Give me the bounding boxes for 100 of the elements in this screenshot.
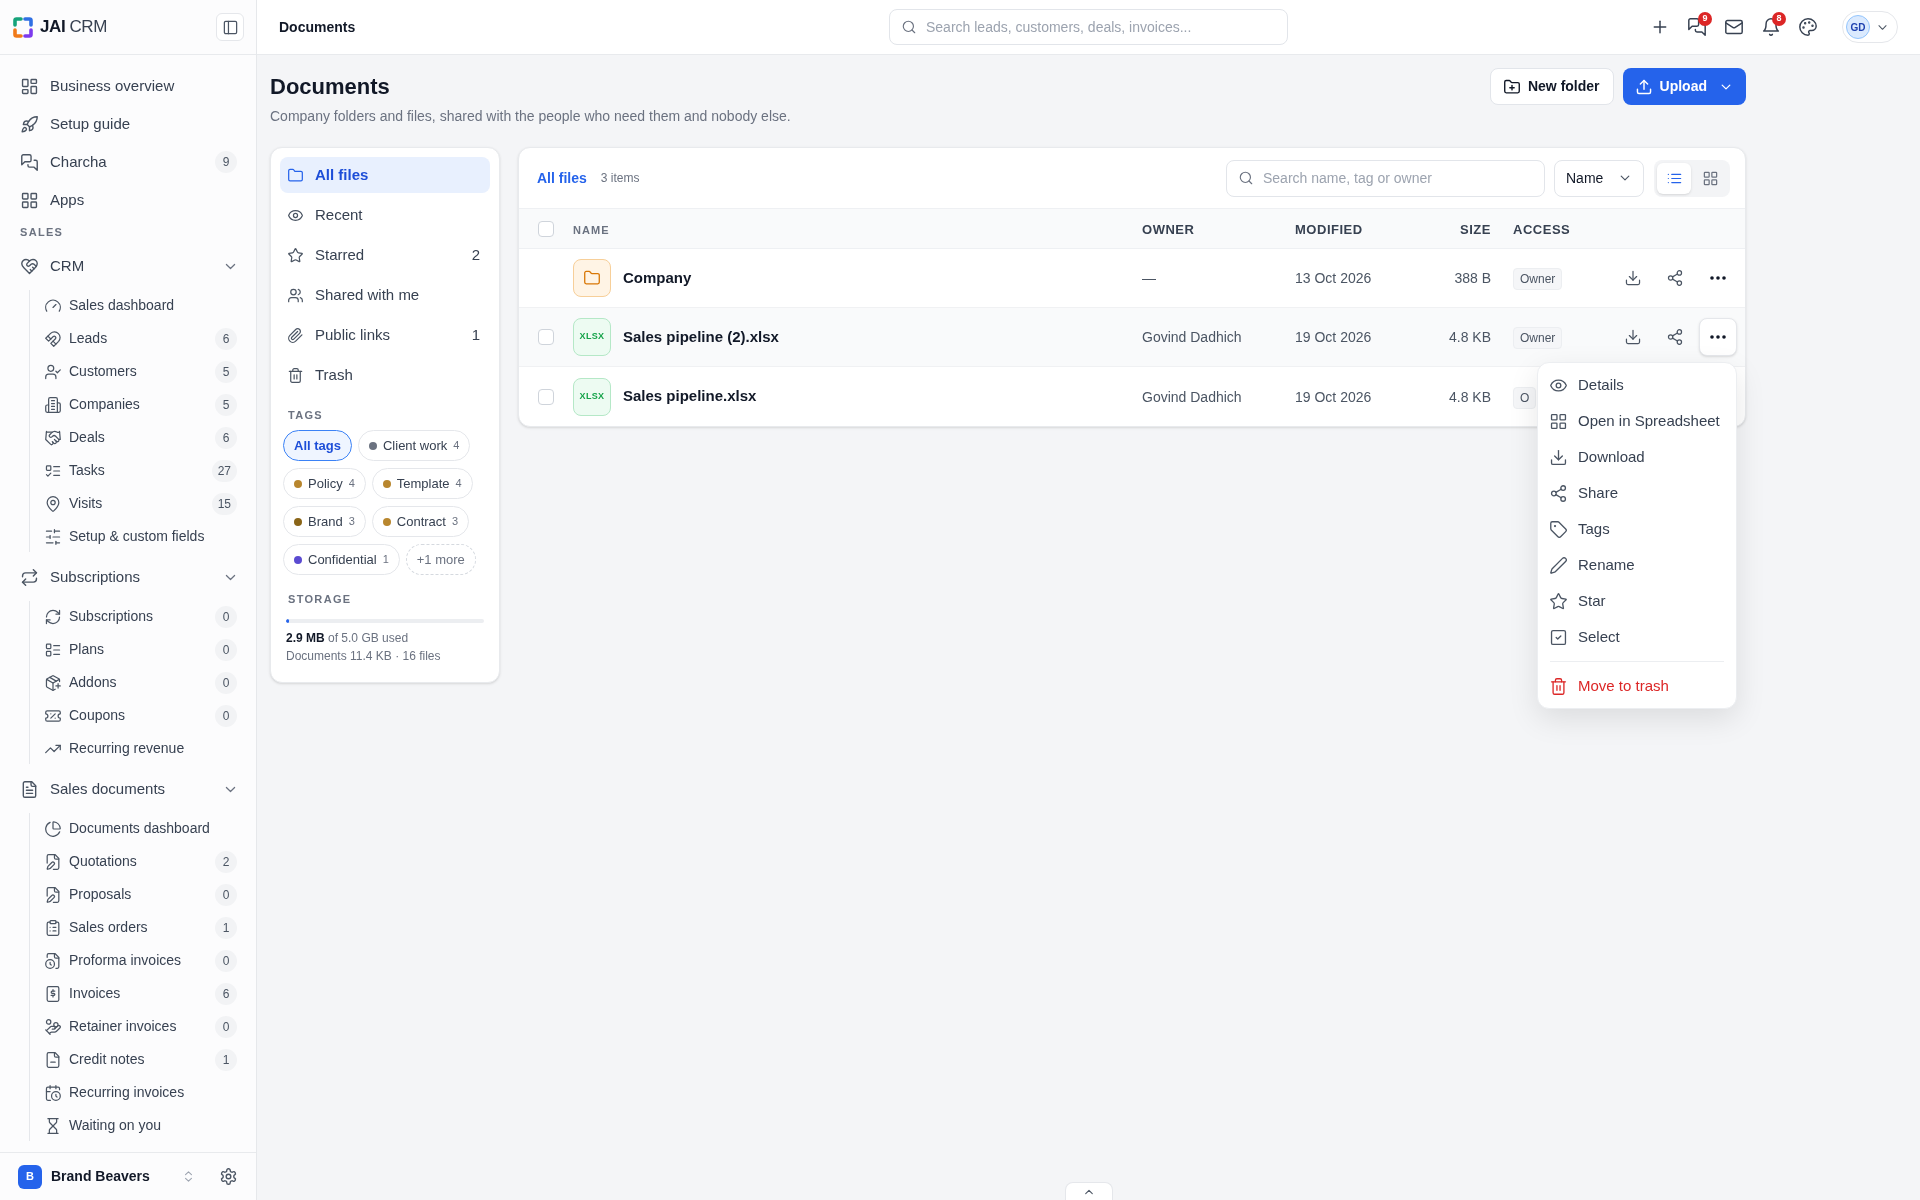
library-nav-item[interactable]: Public links 1 [280,317,490,353]
search-icon [1239,171,1253,185]
menu-item[interactable]: Tags [1538,511,1736,547]
section-label: STORAGE [287,592,353,606]
share-icon [1667,270,1683,286]
search-field[interactable]: Search name, tag or owner [1226,159,1545,197]
breadcrumb-link[interactable]: All files [537,167,587,189]
nav-item[interactable]: Companies 5 [36,389,246,420]
nav-item[interactable]: Retainer invoices 0 [36,1011,246,1042]
library-nav-item[interactable]: Trash [280,357,490,393]
menu-item[interactable]: Open in Spreadsheet [1538,403,1736,439]
clipboard-icon [45,919,61,936]
eye-icon [288,207,303,223]
nav-item[interactable]: Credit notes 1 [36,1044,246,1075]
nav-group[interactable]: Sales documents [10,772,246,806]
view-mode-button[interactable] [1657,162,1691,194]
owner-text: — [1142,270,1156,286]
account-menu-button[interactable]: GD [1842,11,1898,43]
download-icon [1550,448,1567,466]
nav-item[interactable]: Recurring revenue [36,733,246,764]
nav-item[interactable]: Documents dashboard [36,813,246,844]
sidebar-toggle-button[interactable] [216,13,244,41]
nav-item[interactable]: Sales orders 1 [36,912,246,943]
file-name[interactable]: Sales pipeline (2).xlsx [623,325,779,349]
count-badge: 1 [215,916,237,939]
download-icon [1625,270,1641,286]
tag-chip[interactable]: Brand 3 [283,506,366,537]
file-name[interactable]: Company [623,266,692,290]
workspace-avatar: B [18,1164,42,1189]
new-folder-button[interactable]: New folder [1489,68,1614,105]
menu-item[interactable]: Star [1538,583,1736,619]
checkbox[interactable] [538,388,554,405]
menu-item[interactable]: Select [1538,619,1736,655]
menu-item[interactable]: Details [1538,367,1736,403]
tag-chip[interactable]: Template 4 [371,468,473,499]
grid-icon [1550,412,1567,430]
upload-button[interactable]: Upload [1622,68,1746,105]
sort-dropdown[interactable]: Name [1554,159,1644,197]
magnet-icon [45,330,61,347]
calendar-clock-icon [45,1084,61,1101]
nav-group[interactable]: Subscriptions [10,560,246,594]
menu-item[interactable]: Download [1538,439,1736,475]
nav-item[interactable]: Setup guide [10,107,246,141]
tag-chip[interactable]: Confidential 1 [283,544,400,575]
search-field[interactable]: Search leads, customers, deals, invoices... [889,9,1288,45]
nav-item[interactable]: Leads 6 [36,323,246,354]
file-size: 4.8 KB [1448,388,1491,405]
count-badge: 5 [215,393,237,416]
nav-item[interactable]: Plans 0 [36,634,246,665]
column-header: MODIFIED [1295,221,1363,237]
nav-item[interactable]: Apps [10,183,246,217]
tag-chip[interactable]: Contract 3 [371,506,470,537]
library-nav-item[interactable]: Shared with me [280,277,490,313]
count-badge: 6 [215,982,237,1005]
nav-item[interactable]: Recurring invoices [36,1077,246,1108]
menu-item[interactable]: Share [1538,475,1736,511]
nav-item[interactable]: Charcha 9 [10,145,246,179]
nav-group[interactable]: CRM [10,249,246,283]
star-icon [288,247,303,263]
storage-breakdown: Documents 11.4 KB · 16 files [286,648,442,664]
count-badge: 2 [215,850,237,873]
nav-item[interactable]: Subscriptions 0 [36,601,246,632]
nav-item[interactable]: Setup & custom fields [36,521,246,552]
count-badge: 1 [215,1048,237,1071]
column-header: ACCESS [1513,221,1571,237]
tag-chip[interactable]: Policy 4 [283,468,366,499]
nav-item[interactable]: Coupons 0 [36,700,246,731]
file-type-badge: XLSX [573,318,611,356]
menu-item[interactable]: Move to trash [1538,668,1736,704]
nav-item[interactable]: Proposals 0 [36,879,246,910]
nav-item[interactable]: Proforma invoices 0 [36,945,246,976]
nav-item[interactable]: Waiting on you [36,1110,246,1141]
nav-item[interactable]: Sales dashboard [36,290,246,321]
trash-icon [288,367,303,383]
access-badge: Owner [1513,327,1563,349]
checkbox[interactable] [538,220,554,237]
more-button[interactable] [1699,318,1737,356]
grid-icon [21,191,38,209]
messages-button[interactable]: 9 [1679,9,1715,45]
tag-chip[interactable]: All tags [283,430,352,461]
notifications-button[interactable]: 8 [1753,9,1789,45]
library-nav-item[interactable]: All files [280,157,490,193]
logo-icon [13,16,33,38]
nav-item[interactable]: Visits 15 [36,488,246,519]
nav-item[interactable]: Deals 6 [36,422,246,453]
file-name[interactable]: Sales pipeline.xlsx [623,385,757,408]
nav-item[interactable]: Addons 0 [36,667,246,698]
library-nav-item[interactable]: Recent [280,197,490,233]
library-nav-item[interactable]: Starred 2 [280,237,490,273]
nav-item[interactable]: Invoices 6 [36,978,246,1009]
nav-item[interactable]: Customers 5 [36,356,246,387]
count-badge: 0 [215,671,237,694]
access-badge: O [1513,386,1537,409]
nav-item[interactable]: Tasks 27 [36,455,246,486]
nav-item[interactable]: Quotations 2 [36,846,246,877]
checkbox[interactable] [538,329,554,345]
nav-item[interactable]: Business overview [10,69,246,103]
tag-chip[interactable]: Client work 4 [357,430,471,461]
menu-item[interactable]: Rename [1538,547,1736,583]
section-label: SALES [19,225,65,240]
